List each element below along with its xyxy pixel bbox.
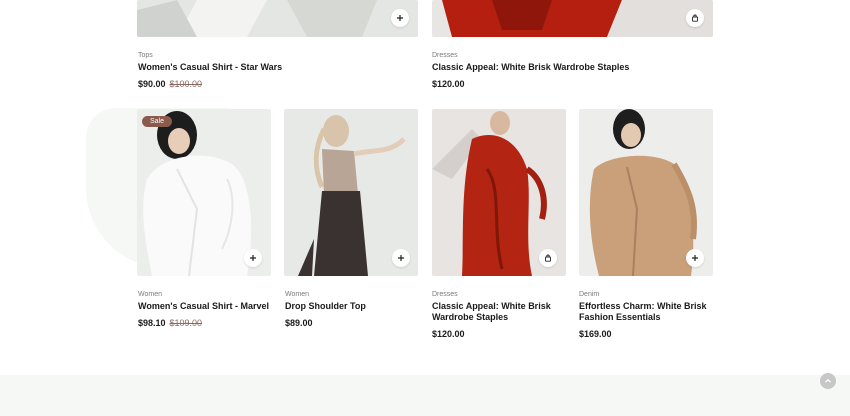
product-title[interactable]: Classic Appeal: White Brisk Wardrobe Sta… xyxy=(432,62,672,73)
chevron-up-icon xyxy=(825,378,831,383)
product-category: Women xyxy=(285,291,309,298)
product-price: $89.00 xyxy=(285,318,313,328)
product-image[interactable]: Sale xyxy=(137,109,271,276)
product-card[interactable]: Women Drop Shoulder Top $89.00 xyxy=(284,109,418,339)
shopping-bag-icon xyxy=(545,254,551,262)
add-to-bag-button[interactable] xyxy=(539,249,557,267)
plus-icon xyxy=(397,15,403,21)
product-image[interactable] xyxy=(579,109,713,276)
add-to-cart-button[interactable] xyxy=(244,249,262,267)
product-price: $120.00 xyxy=(432,329,465,339)
product-category: Women xyxy=(138,291,162,298)
shopping-bag-icon xyxy=(692,14,698,22)
plus-icon xyxy=(692,255,698,261)
product-old-price: $109.00 xyxy=(169,318,203,328)
product-old-price: $100.00 xyxy=(169,79,203,89)
scroll-to-top-button[interactable] xyxy=(820,373,836,389)
product-price-row: $169.00 xyxy=(579,329,612,339)
product-category: Denim xyxy=(579,291,600,298)
product-price-row: $120.00 xyxy=(432,329,465,339)
product-category: Tops xyxy=(138,52,153,59)
product-title[interactable]: Women's Casual Shirt - Marvel xyxy=(138,301,270,312)
product-price: $98.10 xyxy=(138,318,166,328)
add-to-cart-button[interactable] xyxy=(392,249,410,267)
product-card[interactable]: Dresses Classic Appeal: White Brisk Ward… xyxy=(432,109,566,349)
product-price-row: $89.00 xyxy=(285,318,313,328)
product-category: Dresses xyxy=(432,291,458,298)
product-image[interactable] xyxy=(432,0,713,37)
plus-icon xyxy=(398,255,404,261)
product-title[interactable]: Women's Casual Shirt - Star Wars xyxy=(138,62,338,73)
product-price-row: $120.00 xyxy=(432,79,465,89)
product-title[interactable]: Effortless Charm: White Brisk Fashion Es… xyxy=(579,301,711,323)
plus-icon xyxy=(250,255,256,261)
product-title[interactable]: Drop Shoulder Top xyxy=(285,301,417,312)
product-image[interactable] xyxy=(284,109,418,276)
add-to-bag-button[interactable] xyxy=(686,9,704,27)
product-price-row: $90.00 $100.00 xyxy=(138,79,202,89)
product-card[interactable]: Dresses Classic Appeal: White Brisk Ward… xyxy=(432,0,713,95)
add-to-cart-button[interactable] xyxy=(686,249,704,267)
product-image[interactable] xyxy=(137,0,418,37)
product-card[interactable]: Sale Women Women's Casual Shirt - Marvel… xyxy=(137,109,271,339)
product-category: Dresses xyxy=(432,52,458,59)
product-image[interactable] xyxy=(432,109,566,276)
footer-section xyxy=(0,375,850,416)
product-card[interactable]: Denim Effortless Charm: White Brisk Fash… xyxy=(579,109,713,349)
add-to-cart-button[interactable] xyxy=(391,9,409,27)
product-price: $120.00 xyxy=(432,79,465,89)
product-title[interactable]: Classic Appeal: White Brisk Wardrobe Sta… xyxy=(432,301,564,323)
product-price: $169.00 xyxy=(579,329,612,339)
sale-badge: Sale xyxy=(142,116,173,127)
product-price: $90.00 xyxy=(138,79,166,89)
product-card[interactable]: Tops Women's Casual Shirt - Star Wars $9… xyxy=(137,0,418,95)
product-price-row: $98.10 $109.00 xyxy=(138,318,202,328)
